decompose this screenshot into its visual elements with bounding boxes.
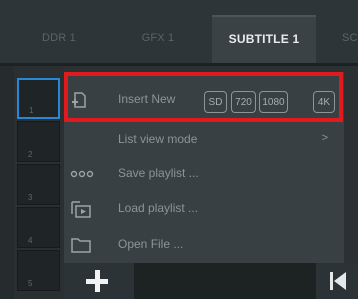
tab-subtitle-1[interactable]: SUBTITLE 1 (212, 15, 316, 64)
playlist-slot-2[interactable]: 2 (17, 121, 60, 162)
folder-icon (70, 235, 91, 255)
slot-number: 5 (28, 279, 33, 288)
list-view-mode-label: List view mode (118, 132, 198, 146)
tab-gfx-1[interactable]: GFX 1 (105, 18, 211, 58)
tab-sc[interactable]: SC (318, 18, 358, 58)
save-playlist-label: Save playlist ... (118, 166, 199, 180)
menu-item-list-view-mode[interactable]: List view mode > (64, 122, 344, 158)
slot-number: 4 (28, 236, 33, 245)
slot-number: 1 (29, 106, 34, 115)
menu-item-load-playlist[interactable]: Load playlist ... (64, 191, 344, 227)
playlist-slot-4[interactable]: 4 (17, 207, 60, 248)
dots-icon (70, 164, 94, 184)
submenu-arrow-icon: > (321, 132, 328, 144)
menu-item-save-playlist[interactable]: Save playlist ... (64, 156, 344, 192)
playlist-slot-1[interactable]: 1 (17, 78, 60, 119)
open-file-label: Open File ... (118, 237, 184, 251)
slot-number: 3 (28, 193, 33, 202)
playlist-slot-3[interactable]: 3 (17, 164, 60, 205)
insert-new-highlight (64, 72, 343, 122)
load-playlist-label: Load playlist ... (118, 201, 199, 215)
left-edge-strip (0, 66, 14, 299)
bottom-toolbar (64, 263, 358, 299)
slot-number: 2 (28, 150, 33, 159)
skip-back-button[interactable] (316, 263, 358, 299)
menu-item-open-file[interactable]: Open File ... (64, 227, 344, 263)
playlist-slots: 1 2 3 4 5 (14, 66, 64, 299)
playlist-icon (70, 199, 91, 219)
add-button[interactable] (64, 263, 134, 299)
playlist-slot-5[interactable]: 5 (17, 250, 60, 291)
tab-ddr-1[interactable]: DDR 1 (14, 18, 104, 58)
tab-bar: DDR 1 GFX 1 SUBTITLE 1 SC (0, 0, 358, 66)
